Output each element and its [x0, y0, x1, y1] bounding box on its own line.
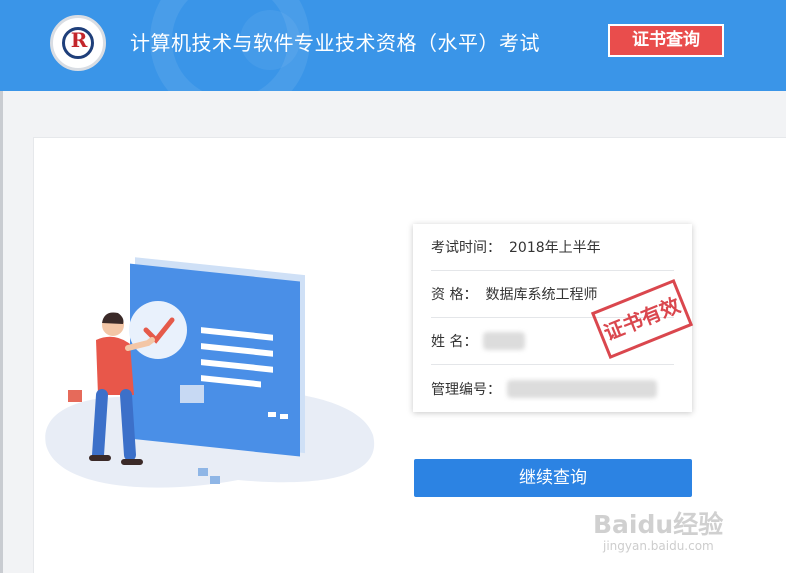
exam-time-label: 考试时间： — [431, 240, 501, 256]
certificate-query-button[interactable]: 证书查询 — [608, 24, 724, 57]
management-number-label: 管理编号： — [431, 381, 501, 398]
continue-query-button[interactable]: 继续查询 — [414, 459, 692, 497]
exam-time-value: 2018年上半年 — [509, 240, 601, 256]
management-number-redacted — [507, 379, 657, 398]
qualification-label: 资 格： — [431, 287, 478, 303]
logo-mark: R — [70, 28, 88, 52]
name-label: 姓 名： — [431, 334, 478, 350]
exam-time-row: 考试时间： 2018年上半年 — [431, 224, 674, 271]
qualification-value: 数据库系统工程师 — [485, 287, 598, 303]
name-redacted — [483, 332, 526, 350]
baidu-watermark: Baidu经验 jingyan.baidu.com — [593, 505, 753, 565]
management-number-row: 管理编号： — [431, 365, 674, 412]
exam-logo: R — [50, 15, 106, 71]
top-header: R 计算机技术与软件专业技术资格（水平）考试 证书查询 — [0, 0, 786, 91]
watermark-logo: Baidu经验 — [593, 510, 724, 539]
verification-illustration — [45, 257, 375, 488]
left-border — [0, 91, 3, 573]
watermark-url: jingyan.baidu.com — [603, 539, 714, 553]
page-title: 计算机技术与软件专业技术资格（水平）考试 — [130, 31, 540, 55]
